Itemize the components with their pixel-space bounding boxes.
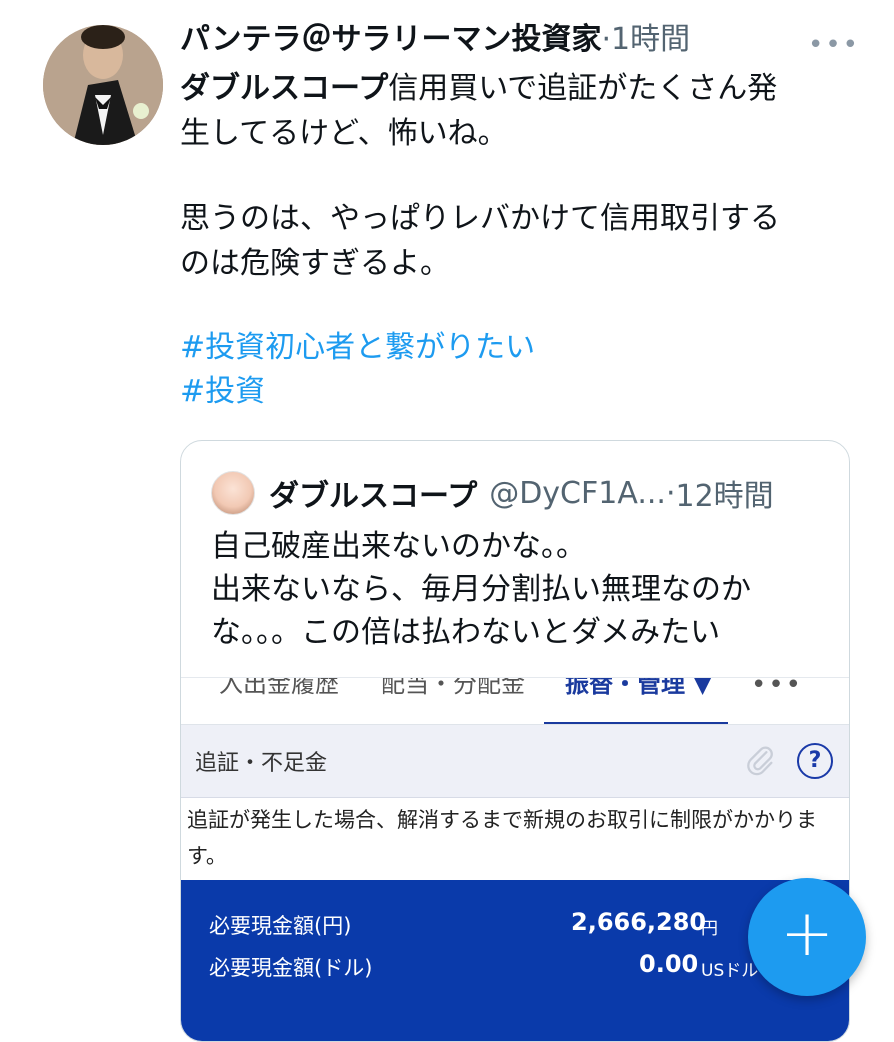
header-separator: · bbox=[601, 22, 612, 57]
help-icon: ? bbox=[797, 743, 833, 779]
amount-label-usd: 必要現金額(ドル) bbox=[209, 956, 373, 980]
image-tab-more-icon: ••• bbox=[751, 678, 804, 700]
quoted-author-avatar bbox=[211, 471, 255, 515]
tweet-body-mention: ダブルスコープ bbox=[180, 71, 389, 106]
tweet-body: ダブルスコープ信用買いで追証がたくさん発 bbox=[180, 66, 880, 111]
amount-value-yen: 2,666,280 bbox=[571, 908, 707, 936]
amount-unit-yen: 円 bbox=[701, 919, 718, 939]
tweet-body-line1: 信用買いで追証がたくさん発 bbox=[388, 71, 778, 106]
quoted-tweet-text: 自己破産出来ないのかな。。 出来ないなら、毎月分割払い無理なのか な。。。この倍… bbox=[211, 529, 751, 650]
quoted-author-name: ダブルスコープ bbox=[269, 479, 478, 514]
tweet-header: パンテラ＠サラリーマン投資家 · 1時間 bbox=[180, 20, 880, 60]
paperclip-icon bbox=[743, 743, 777, 784]
amount-unit-usd: USドル bbox=[701, 961, 759, 981]
amount-value-usd: 0.00 bbox=[639, 950, 699, 978]
tweet-body-paragraph2: 思うのは、やっぱりレバかけて信用取引する のは危険すぎるよ。 bbox=[180, 201, 780, 281]
tweet-time[interactable]: 1時間 bbox=[611, 20, 690, 60]
quoted-tweet-header: ダブルスコープ @DyCF1A... · 12時間 bbox=[211, 471, 774, 515]
attached-image[interactable]: 入出金履歴 配当・分配金 振替・管理 ▼ ••• 追証・不足金 ? 追証が発生し… bbox=[181, 677, 849, 1041]
image-amount-panel: 必要現金額(円) 2,666,280 円 必要現金額(ドル) 0.00 USドル bbox=[181, 880, 849, 1041]
compose-tweet-button[interactable]: + bbox=[748, 878, 866, 996]
image-tab: 配当・分配金 bbox=[381, 678, 525, 698]
hashtag-link[interactable]: #投資初心者と繋がりたい bbox=[180, 326, 880, 370]
hashtag-link[interactable]: #投資 bbox=[180, 370, 880, 414]
quoted-separator: · bbox=[665, 475, 676, 511]
quoted-author-handle: @DyCF1A... bbox=[489, 475, 666, 511]
quoted-time: 12時間 bbox=[675, 479, 774, 514]
amount-label-yen: 必要現金額(円) bbox=[209, 914, 352, 938]
image-section-title: 追証・不足金 bbox=[195, 751, 328, 776]
image-section-header: 追証・不足金 ? bbox=[181, 725, 849, 798]
image-tab: 入出金履歴 bbox=[219, 678, 339, 698]
author-avatar[interactable] bbox=[43, 25, 163, 145]
tweet: パンテラ＠サラリーマン投資家 · 1時間 ダブルスコープ信用買いで追証がたくさん… bbox=[180, 20, 880, 414]
hashtag-list: #投資初心者と繋がりたい #投資 bbox=[180, 326, 880, 414]
author-name[interactable]: パンテラ＠サラリーマン投資家 bbox=[180, 20, 602, 60]
image-tab-bar: 入出金履歴 配当・分配金 振替・管理 ▼ ••• bbox=[181, 678, 849, 725]
image-note-text: 追証が発生した場合、解消するまで新規のお取引に制限がかかります。 bbox=[187, 808, 817, 868]
image-tab-active: 振替・管理 ▼ bbox=[565, 678, 712, 698]
tweet-body-line2: 生してるけど、怖いね。 bbox=[180, 116, 508, 151]
